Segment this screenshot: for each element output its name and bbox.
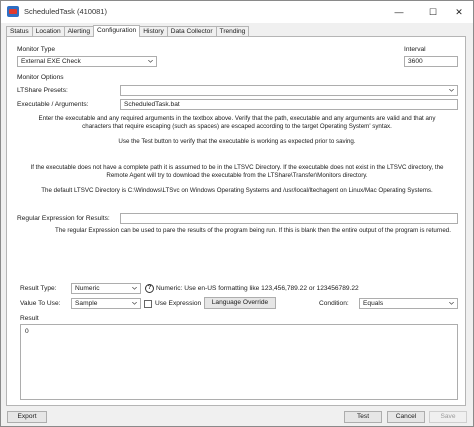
condition-label: Condition:	[319, 300, 349, 307]
minimize-button[interactable]: —	[384, 1, 414, 23]
path-note-1: If the executable does not have a comple…	[30, 164, 444, 171]
ltshare-presets-label: LTShare Presets:	[17, 87, 68, 94]
result-type-value: Numeric	[75, 285, 100, 292]
result-type-label: Result Type:	[20, 285, 57, 292]
regex-input[interactable]	[120, 213, 458, 224]
language-override-button[interactable]: Language Override	[204, 297, 276, 309]
export-button[interactable]: Export	[7, 411, 47, 423]
monitor-type-label: Monitor Type	[17, 46, 55, 53]
value-to-use-label: Value To Use:	[20, 300, 61, 307]
monitor-type-select[interactable]: External EXE Check	[17, 56, 157, 67]
chevron-down-icon	[449, 302, 454, 305]
path-note-2: Remote Agent will try to download the ex…	[106, 172, 368, 179]
result-label: Result	[20, 315, 39, 322]
condition-value: Equals	[363, 300, 384, 307]
chevron-down-icon	[132, 302, 137, 305]
test-button[interactable]: Test	[344, 411, 382, 423]
close-button[interactable]: ✕	[444, 1, 474, 23]
executable-label: Executable / Arguments:	[17, 101, 89, 108]
ltshare-presets-select[interactable]	[120, 85, 458, 96]
window-title: ScheduledTask (410081)	[24, 7, 107, 16]
chevron-down-icon	[449, 89, 454, 92]
save-button[interactable]: Save	[429, 411, 467, 423]
default-directory-note: The default LTSVC Directory is C:\Window…	[41, 187, 433, 194]
result-type-hint: Numeric: Use en-US formatting like 123,4…	[156, 285, 359, 292]
monitor-window: ScheduledTask (410081) — ☐ ✕ Status Loca…	[0, 0, 474, 427]
result-type-select[interactable]: Numeric	[71, 283, 141, 294]
cancel-button[interactable]: Cancel	[387, 411, 425, 423]
regex-label: Regular Expression for Results:	[17, 215, 110, 222]
tab-configuration[interactable]: Configuration	[93, 25, 141, 37]
use-expression-checkbox[interactable]	[144, 300, 152, 308]
chevron-down-icon	[132, 287, 137, 290]
result-value: 0	[25, 328, 29, 335]
enter-executable-note-2: characters that require escaping (such a…	[82, 123, 392, 130]
value-to-use-select[interactable]: Sample	[71, 298, 141, 309]
use-expression-label: Use Expression	[155, 300, 202, 307]
footer-bar: Export Test Cancel Save	[1, 408, 473, 426]
monitor-options-label: Monitor Options	[17, 74, 64, 81]
regex-note: The regular Expression can be used to pa…	[55, 227, 451, 234]
result-output[interactable]: 0	[20, 324, 458, 400]
enter-executable-note-1: Enter the executable and any required ar…	[38, 115, 436, 122]
monitor-type-value: External EXE Check	[21, 58, 81, 65]
interval-label: Interval	[404, 46, 426, 53]
condition-select[interactable]: Equals	[359, 298, 458, 309]
executable-input[interactable]: ScheduledTask.bat	[120, 99, 458, 110]
help-icon[interactable]: ?	[145, 284, 154, 293]
chevron-down-icon	[148, 60, 153, 63]
title-bar: ScheduledTask (410081) — ☐ ✕	[1, 1, 473, 23]
value-to-use-value: Sample	[75, 300, 98, 307]
test-button-note: Use the Test button to verify that the e…	[118, 138, 356, 145]
interval-input[interactable]: 3600	[404, 56, 458, 67]
app-icon	[7, 6, 19, 17]
configuration-panel: Monitor Type External EXE Check Interval…	[6, 36, 466, 406]
